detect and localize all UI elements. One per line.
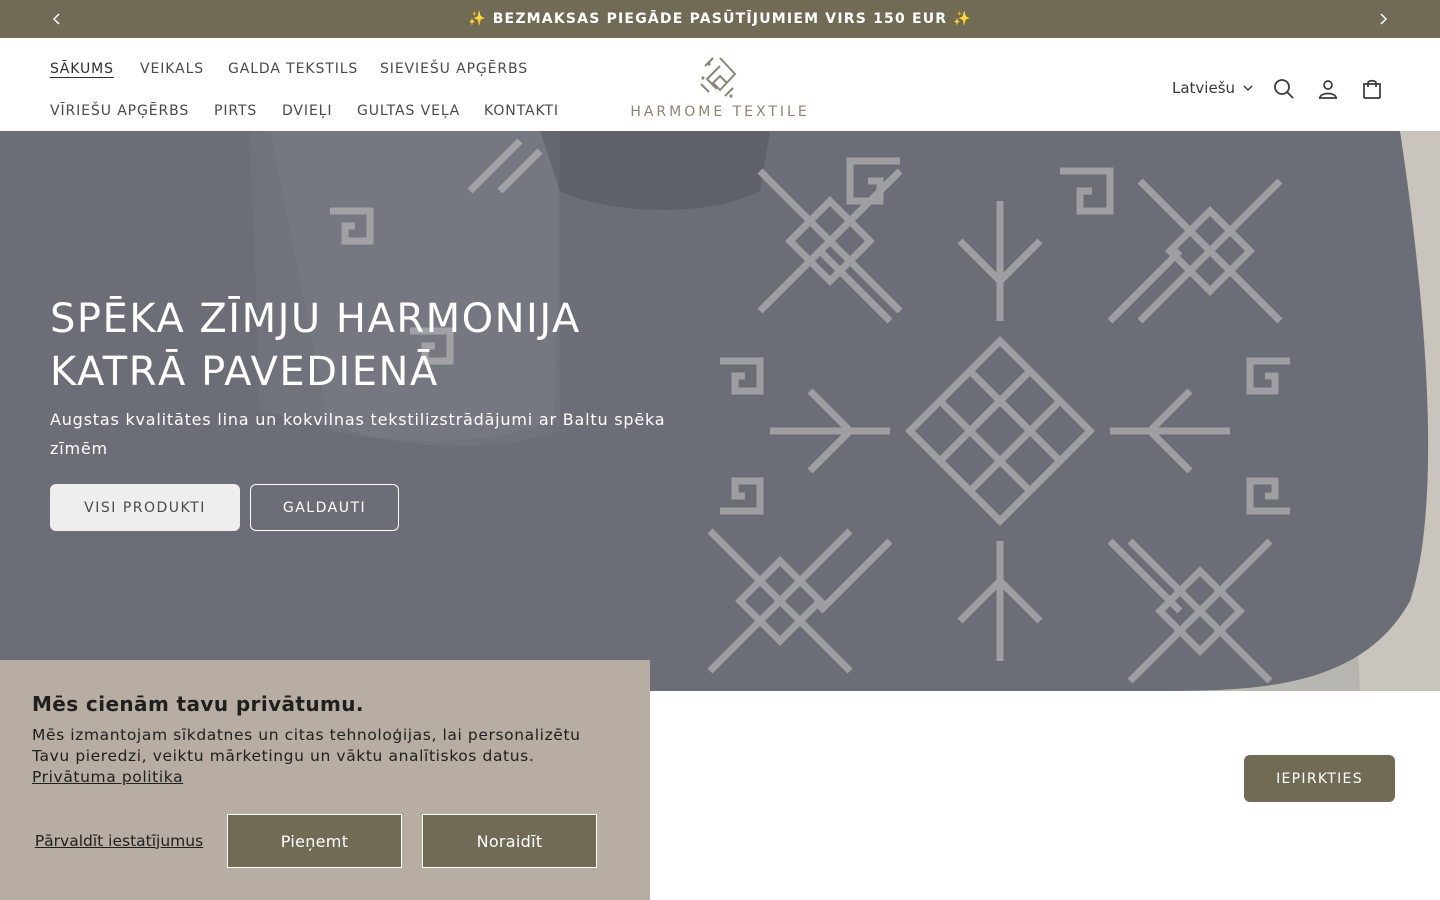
cookie-description: Mēs izmantojam sīkdatnes un citas tehnol…	[32, 725, 622, 788]
account-button[interactable]	[1315, 76, 1341, 102]
shop-now-button[interactable]: IEPIRKTIES	[1244, 755, 1395, 802]
nav-item-home[interactable]: SĀKUMS	[50, 60, 114, 78]
logo-text: HARMOME TEXTILE	[630, 104, 810, 120]
chevron-right-icon	[1380, 13, 1388, 25]
accept-button[interactable]: Pieņemt	[227, 814, 402, 868]
hero-title-line-2: KATRĀ PAVEDIENĀ	[50, 349, 439, 395]
manage-settings-button[interactable]: Pārvaldīt iestatījumus	[32, 814, 206, 868]
nav-item-table-textile[interactable]: GALDA TEKSTILS	[228, 60, 358, 78]
site-header: SĀKUMS VEIKALS GALDA TEKSTILS SIEVIEŠU A…	[0, 38, 1440, 131]
tablecloths-button[interactable]: GALDAUTI	[250, 484, 399, 531]
nav-item-womens-clothing[interactable]: SIEVIEŠU APĢĒRBS	[380, 60, 528, 78]
nav-item-towels[interactable]: DVIEĻI	[282, 102, 332, 120]
hero-banner: SPĒKA ZĪMJU HARMONIJA KATRĀ PAVEDIENĀ Au…	[0, 131, 1440, 691]
nav-item-shop[interactable]: VEIKALS	[140, 60, 204, 78]
hero-subtitle: Augstas kvalitātes lina un kokvilnas tek…	[50, 410, 666, 458]
nav-item-sauna[interactable]: PIRTS	[214, 102, 257, 120]
announcement-prev-button[interactable]	[42, 0, 72, 38]
nav-item-mens-clothing[interactable]: VĪRIEŠU APĢĒRBS	[50, 102, 189, 120]
announcement-next-button[interactable]	[1368, 0, 1398, 38]
chevron-left-icon	[52, 13, 60, 25]
account-icon	[1319, 80, 1337, 99]
all-products-button[interactable]: VISI PRODUKTI	[50, 484, 240, 531]
search-icon	[1274, 79, 1294, 99]
hero-title: SPĒKA ZĪMJU HARMONIJA KATRĀ PAVEDIENĀ	[50, 293, 750, 399]
announcement-text: ✨ BEZMAKSAS PIEGĀDE PASŪTĪJUMIEM VIRS 15…	[467, 11, 972, 27]
cookie-title: Mēs cienām tavu privātumu.	[32, 692, 364, 716]
nav-item-bed-linen[interactable]: GULTAS VEĻA	[357, 102, 460, 120]
nav-item-contacts[interactable]: KONTAKTI	[484, 102, 559, 120]
chevron-down-icon	[1243, 85, 1253, 91]
language-label: Latviešu	[1172, 79, 1236, 97]
language-selector[interactable]: Latviešu	[1172, 79, 1253, 97]
cookie-text: Mēs izmantojam sīkdatnes un citas tehnol…	[32, 726, 581, 765]
privacy-policy-link[interactable]: Privātuma politika	[32, 768, 183, 786]
site-logo[interactable]: HARMOME TEXTILE	[620, 54, 820, 124]
hero-title-line-1: SPĒKA ZĪMJU HARMONIJA	[50, 296, 581, 342]
cart-icon	[1363, 79, 1381, 99]
logo-mark-icon	[700, 57, 737, 98]
reject-button[interactable]: Noraidīt	[422, 814, 597, 868]
announcement-bar: ✨ BEZMAKSAS PIEGĀDE PASŪTĪJUMIEM VIRS 15…	[0, 0, 1440, 38]
cookie-banner: Mēs cienām tavu privātumu. Mēs izmantoja…	[0, 660, 650, 900]
cart-button[interactable]	[1359, 76, 1385, 102]
search-button[interactable]	[1271, 76, 1297, 102]
